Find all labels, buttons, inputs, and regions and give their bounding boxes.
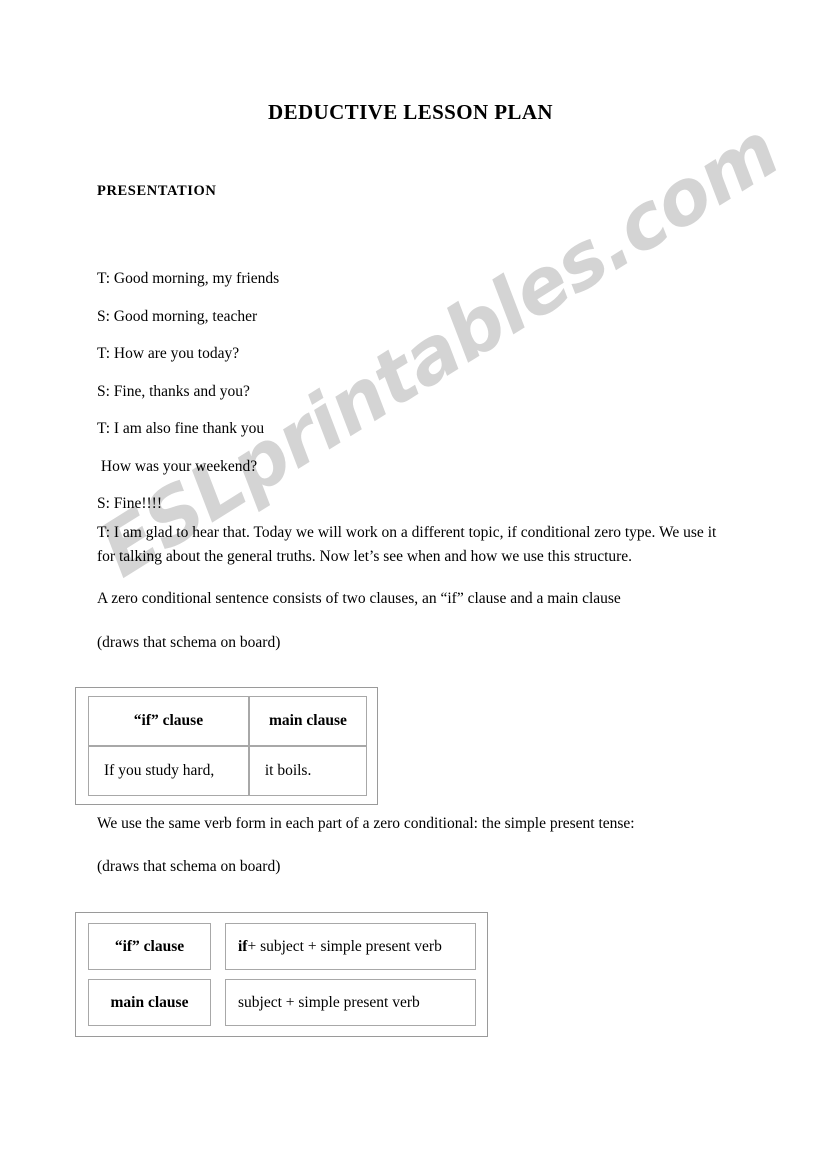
clause-example-table: “if” clause main clause If you study har… (75, 687, 378, 805)
table-cell-if-clause-label: “if” clause (88, 923, 211, 970)
table-row: main clause subject + simple present ver… (88, 979, 476, 1026)
document-page: DEDUCTIVE LESSON PLAN PRESENTATION T: Go… (0, 0, 821, 1169)
clause-structure-table: “if” clause if + subject + simple presen… (75, 912, 488, 1037)
body-text-block: T: I am glad to hear that. Today we will… (97, 521, 722, 673)
paragraph-draws-schema-2: (draws that schema on board) (97, 857, 281, 875)
section-heading-presentation: PRESENTATION (97, 183, 217, 199)
paragraph-draws-schema-1: (draws that schema on board) (97, 633, 281, 651)
table-cell-main-clause-label: main clause (88, 979, 211, 1026)
table-row: “if” clause main clause (88, 696, 367, 746)
table-cell-main-clause-structure: subject + simple present verb (224, 979, 476, 1026)
paragraph-same-verb-form: We use the same verb form in each part o… (97, 815, 635, 832)
dialogue-line: T: How are you today? (97, 345, 240, 362)
dialogue-line: How was your weekend? (97, 457, 258, 475)
table-cell-main-clause-example: it boils. (248, 746, 367, 796)
table-row: If you study hard, it boils. (88, 746, 367, 796)
dialogue-line: S: Good morning, teacher (97, 307, 258, 325)
table-row: “if” clause if + subject + simple presen… (88, 923, 476, 970)
bold-if-keyword: if (237, 937, 248, 955)
dialogue-line: S: Fine, thanks and you? (97, 382, 250, 400)
dialogue-block: T: Good morning, my friends S: Good morn… (97, 260, 717, 523)
table-cell-main-clause-header: main clause (248, 696, 367, 746)
body-text-block-2: We use the same verb form in each part o… (97, 812, 697, 897)
structure-rest: + subject + simple present verb (247, 937, 442, 955)
paragraph-explanation: T: I am glad to hear that. Today we will… (97, 524, 717, 565)
table-cell-if-clause-structure: if + subject + simple present verb (224, 923, 476, 970)
dialogue-line: T: I am also fine thank you (97, 420, 265, 437)
table-cell-if-clause-header: “if” clause (88, 696, 249, 746)
structure-rest: subject + simple present verb (237, 993, 420, 1011)
paragraph-two-clauses: A zero conditional sentence consists of … (97, 590, 621, 607)
table-cell-if-clause-example: If you study hard, (88, 746, 249, 796)
dialogue-line: S: Fine!!!! (97, 495, 163, 512)
dialogue-line: T: Good morning, my friends (97, 270, 280, 287)
page-title: DEDUCTIVE LESSON PLAN (268, 100, 553, 124)
